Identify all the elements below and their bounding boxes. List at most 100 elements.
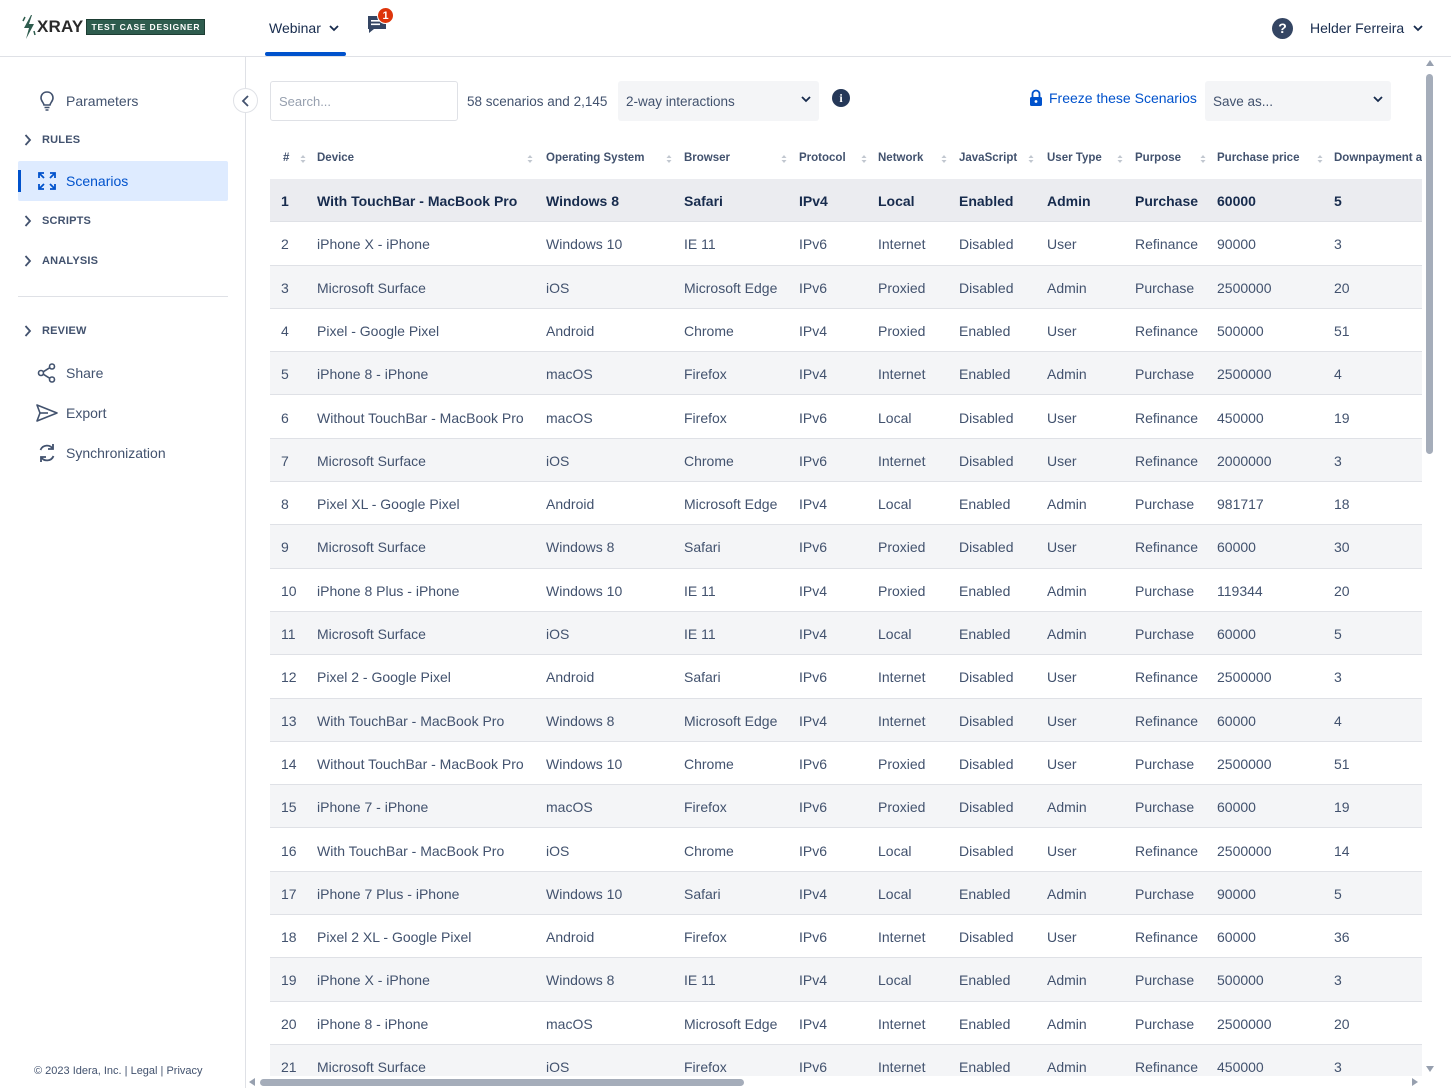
column-header-network[interactable]: Network	[878, 152, 923, 164]
column-header-purchase-price[interactable]: Purchase price	[1217, 152, 1299, 164]
table-row[interactable]: 17 iPhone 7 Plus - iPhone Windows 10 Safari…	[270, 871, 1422, 916]
sidebar-item-synchronization[interactable]: Synchronization	[18, 433, 228, 473]
table-row[interactable]: 15 iPhone 7 - iPhone macOS Firefox IPv6 Proxi…	[270, 785, 1422, 829]
cell-operating-system: iOS	[546, 626, 570, 642]
cell-protocol: IPv4	[799, 626, 828, 642]
info-icon[interactable]: i	[832, 89, 850, 107]
cell-purchase-price: 2500000	[1217, 279, 1272, 296]
user-menu[interactable]: Helder Ferreira	[1310, 20, 1423, 36]
horizontal-scroll-thumb[interactable]	[260, 1079, 744, 1086]
cell-purpose: Purchase	[1135, 279, 1195, 296]
vertical-scroll-thumb[interactable]	[1426, 74, 1433, 454]
table-row[interactable]: 10 iPhone 8 Plus - iPhone Windows 10 IE 11 I…	[270, 569, 1422, 612]
horizontal-scrollbar[interactable]	[246, 1076, 1424, 1088]
help-icon[interactable]: ?	[1272, 18, 1293, 39]
table-row[interactable]: 20 iPhone 8 - iPhone macOS Microsoft Edge IP…	[270, 1002, 1422, 1045]
table-row[interactable]: 11 Microsoft Surface iOS IE 11 IPv4 Local Enab…	[270, 612, 1422, 656]
freeze-scenarios-button[interactable]: Freeze these Scenarios	[1029, 89, 1197, 107]
chevron-right-icon	[24, 215, 32, 227]
sort-icon[interactable]	[526, 154, 534, 164]
cell-user-type: User	[1047, 669, 1077, 686]
sidebar-item-label: Synchronization	[66, 445, 166, 461]
table-row[interactable]: 4 Pixel - Google Pixel Android Chrome IPv4 Pr…	[270, 309, 1422, 353]
sort-icon[interactable]	[780, 154, 788, 164]
cell-downpayment: 19	[1334, 799, 1350, 816]
cell-number: 1	[281, 193, 289, 209]
column-header-user-type[interactable]: User Type	[1047, 152, 1102, 164]
cell-purchase-price: 450000	[1217, 1059, 1264, 1075]
table-row[interactable]: 6 Without TouchBar - MacBook Pro macOS Fire…	[270, 396, 1422, 439]
table-row[interactable]: 7 Microsoft Surface iOS Chrome IPv6 Internet D…	[270, 438, 1422, 483]
cell-javascript: Disabled	[959, 409, 1014, 426]
cell-device: iPhone 8 - iPhone	[317, 1015, 429, 1032]
cell-browser: IE 11	[684, 626, 716, 642]
cell-javascript: Enabled	[959, 972, 1011, 989]
cell-user-type: Admin	[1047, 626, 1087, 642]
sort-icon[interactable]	[299, 154, 307, 164]
column-header-protocol[interactable]: Protocol	[799, 152, 846, 164]
chevron-down-icon	[801, 96, 811, 103]
cell-network: Local	[878, 409, 912, 426]
table-row[interactable]: 2 iPhone X - iPhone Windows 10 IE 11 IPv6 Int…	[270, 222, 1422, 266]
sort-icon[interactable]	[1316, 154, 1324, 164]
search-input[interactable]	[270, 81, 458, 121]
sidebar-section-analysis[interactable]: ANALYSIS	[24, 255, 98, 267]
sidebar-item-scenarios[interactable]: Scenarios	[18, 161, 228, 201]
cell-number: 10	[281, 582, 297, 599]
xray-logo[interactable]: XRAY TEST CASE DESIGNER	[22, 15, 206, 39]
cell-operating-system: Windows 10	[546, 755, 623, 772]
column-header-operating-system[interactable]: Operating System	[546, 152, 644, 164]
sidebar-section-rules[interactable]: RULES	[24, 134, 80, 146]
column-header-purpose[interactable]: Purpose	[1135, 152, 1181, 164]
table-row[interactable]: 1 With TouchBar - MacBook Pro Windows 8 Saf…	[270, 179, 1422, 223]
scenarios-table: # Device Operating System Browser Protocol Ne…	[270, 138, 1422, 1076]
project-dropdown[interactable]: Webinar	[269, 20, 339, 36]
sort-icon[interactable]	[1027, 154, 1035, 164]
sort-icon[interactable]	[860, 154, 868, 164]
column-header-number[interactable]: #	[283, 152, 289, 164]
cell-number: 14	[281, 755, 297, 772]
table-row[interactable]: 3 Microsoft Surface iOS Microsoft Edge IPv6 P…	[270, 265, 1422, 309]
arrow-down-icon	[1426, 1066, 1434, 1072]
save-as-select[interactable]: Save as...	[1205, 81, 1391, 121]
cell-number: 7	[281, 452, 289, 469]
sidebar-item-label: Scenarios	[66, 173, 129, 189]
cell-device: With TouchBar - MacBook Pro	[317, 842, 505, 859]
sort-icon[interactable]	[1199, 154, 1207, 164]
column-header-device[interactable]: Device	[317, 152, 354, 164]
cell-number: 2	[281, 236, 289, 253]
save-as-value: Save as...	[1213, 93, 1274, 109]
table-row[interactable]: 5 iPhone 8 - iPhone macOS Firefox IPv4 Intern…	[270, 352, 1422, 396]
footer-legal[interactable]: © 2023 Idera, Inc. | Legal | Privacy	[34, 1065, 203, 1077]
sidebar-item-parameters[interactable]: Parameters	[18, 81, 228, 121]
cell-browser: Firefox	[684, 929, 727, 946]
cell-user-type: Admin	[1047, 972, 1087, 989]
sort-icon[interactable]	[940, 154, 948, 164]
table-row[interactable]: 21 Microsoft Surface iOS Firefox IPv6 Interne…	[270, 1045, 1422, 1076]
column-header-downpayment[interactable]: Downpayment a	[1334, 152, 1422, 164]
sort-icon[interactable]	[1116, 154, 1124, 164]
cell-purchase-price: 981717	[1217, 496, 1264, 513]
table-row[interactable]: 12 Pixel 2 - Google Pixel Android Safari IPv…	[270, 655, 1422, 699]
table-row[interactable]: 13 With TouchBar - MacBook Pro Windows 8 Mi…	[270, 698, 1422, 742]
table-row[interactable]: 8 Pixel XL - Google Pixel Android Microsoft…	[270, 482, 1422, 526]
cell-downpayment: 30	[1334, 539, 1350, 556]
cell-user-type: Admin	[1047, 799, 1087, 816]
cell-operating-system: iOS	[546, 1059, 570, 1075]
table-row[interactable]: 14 Without TouchBar - MacBook Pro Windows …	[270, 742, 1422, 786]
table-row[interactable]: 9 Microsoft Surface Windows 8 Safari IPv6 Pro…	[270, 525, 1422, 569]
column-header-javascript[interactable]: JavaScript	[959, 152, 1017, 164]
sort-icon[interactable]	[665, 154, 673, 164]
table-row[interactable]: 19 iPhone X - iPhone Windows 8 IE 11 IPv4 Loc…	[270, 958, 1422, 1002]
sidebar-section-scripts[interactable]: SCRIPTS	[24, 215, 91, 227]
interaction-select[interactable]: 2-way interactions	[618, 81, 819, 121]
sidebar-section-review[interactable]: REVIEW	[24, 325, 87, 337]
sidebar-item-share[interactable]: Share	[18, 353, 228, 393]
table-row[interactable]: 18 Pixel 2 XL - Google Pixel Android Firefo…	[270, 915, 1422, 959]
cell-protocol: IPv4	[799, 712, 828, 729]
vertical-scrollbar[interactable]	[1424, 60, 1436, 1076]
table-row[interactable]: 16 With TouchBar - MacBook Pro iOS Chrome IP…	[270, 829, 1422, 872]
collapse-sidebar-button[interactable]	[233, 88, 258, 113]
sidebar-item-export[interactable]: Export	[18, 393, 228, 433]
column-header-browser[interactable]: Browser	[684, 152, 730, 164]
